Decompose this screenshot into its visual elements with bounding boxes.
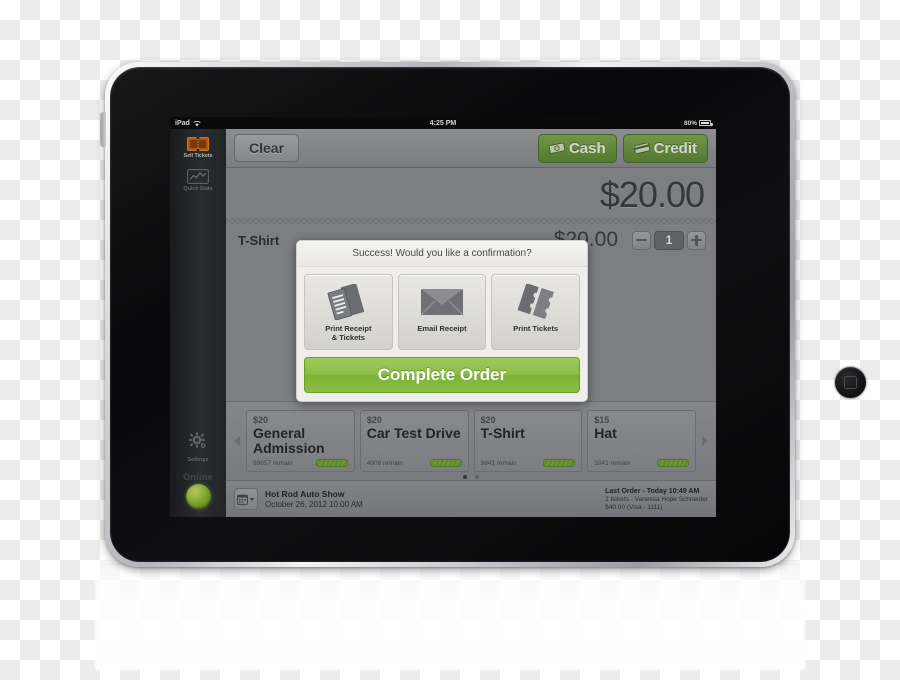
battery-cap — [711, 122, 713, 126]
tickets-icon — [495, 283, 576, 321]
print-receipt-and-tickets-option[interactable]: Print Receipt & Tickets — [304, 274, 393, 350]
ipad-screen: iPad 4:25 PM 80% Sell Tickets Quick Stat… — [170, 117, 716, 517]
battery-icon — [699, 120, 713, 126]
status-bar-right: 80% — [683, 119, 713, 127]
status-bar-time: 4:25 PM — [429, 119, 457, 127]
ios-status-bar: iPad 4:25 PM 80% — [170, 117, 716, 129]
battery-percent-label: 80% — [683, 119, 697, 127]
side-button[interactable] — [101, 112, 106, 147]
dialog-header: Success! Would you like a confirmation? — [297, 241, 587, 267]
dialog-option-list: Print Receipt & Tickets Email Receipt Pr… — [297, 267, 587, 357]
battery-fill — [701, 122, 709, 124]
receipt-tickets-icon — [308, 283, 389, 321]
option-label: Print Tickets — [513, 324, 559, 333]
option-label: Email Receipt — [417, 324, 467, 333]
confirmation-dialog: Success! Would you like a confirmation? — [296, 240, 588, 402]
print-tickets-option[interactable]: Print Tickets — [491, 274, 581, 350]
home-button[interactable] — [835, 367, 866, 398]
device-reflection — [95, 560, 805, 670]
email-receipt-option[interactable]: Email Receipt — [397, 274, 487, 350]
dialog-actions: Complete Order — [297, 356, 587, 401]
envelope-icon — [402, 283, 483, 321]
home-button-square-icon — [844, 376, 857, 389]
complete-order-button[interactable]: Complete Order — [304, 356, 580, 393]
option-label: Print Receipt & Tickets — [325, 324, 372, 343]
